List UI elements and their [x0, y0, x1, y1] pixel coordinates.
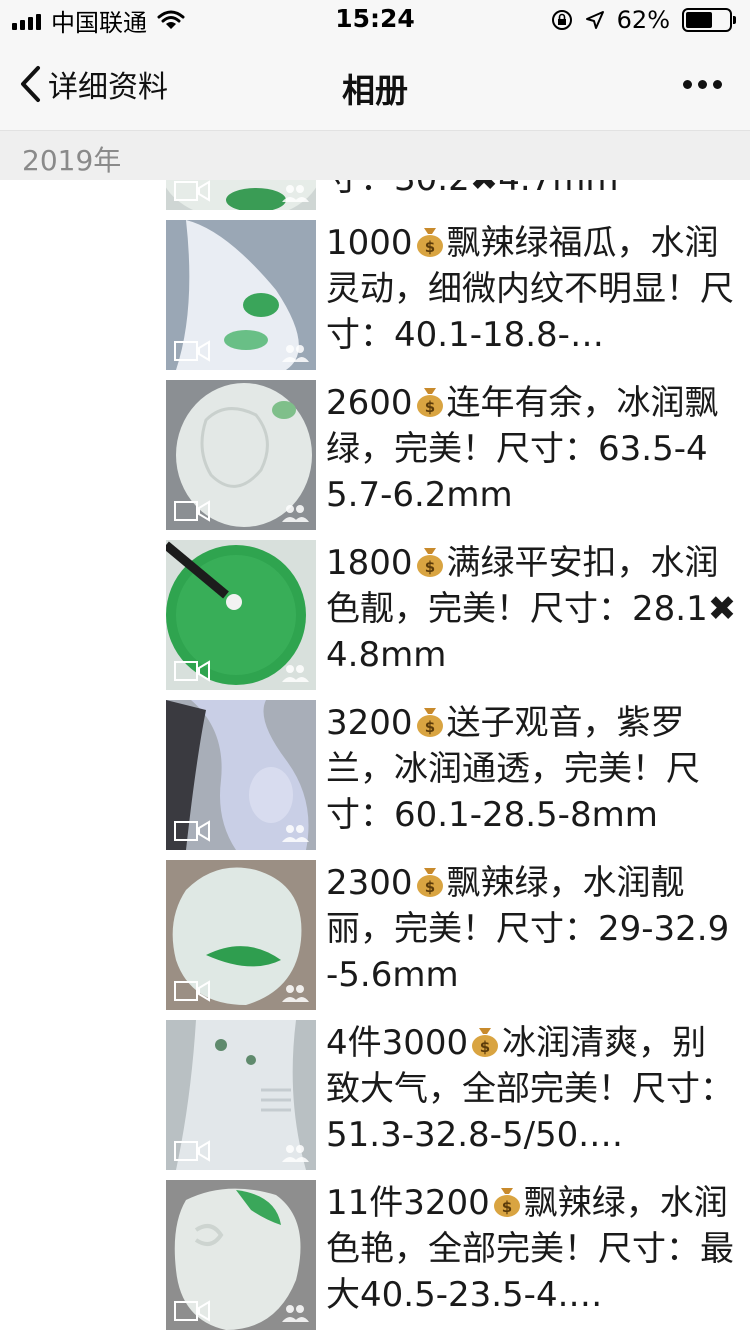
multi-item-icon: [282, 825, 309, 842]
album-list[interactable]: 寸：30.2✖4.7mm 1000$飘辣绿福瓜，水润灵动，细微内纹不明显！尺寸：…: [0, 180, 750, 1334]
money-bag-icon: $: [493, 1188, 520, 1217]
money-bag-icon: $: [472, 1028, 499, 1057]
album-post[interactable]: 1800 $ 满绿平安扣，水润色靓，完美！尺寸：28.1✖4.8mm: [166, 540, 750, 690]
video-icon: [174, 500, 210, 522]
post-caption: 3200 $ 送子观音，紫罗兰，冰润通透，完美！尺寸：60.1-28.5-8mm: [326, 700, 740, 850]
more-icon[interactable]: [676, 64, 728, 104]
post-thumbnail[interactable]: [166, 180, 316, 210]
battery-percent: 62%: [616, 6, 670, 34]
svg-text:$: $: [424, 718, 434, 736]
post-thumbnail[interactable]: [166, 1020, 316, 1170]
album-post[interactable]: 寸：30.2✖4.7mm: [166, 180, 750, 210]
post-thumbnail[interactable]: [166, 540, 316, 690]
back-label: 详细资料: [48, 70, 168, 105]
multi-item-icon: [282, 505, 309, 522]
post-thumbnail[interactable]: [166, 1180, 316, 1330]
multi-item-icon: [282, 1145, 309, 1162]
post-caption: 1000 $ 飘辣绿福瓜，水润灵动，细微内纹不明显！尺寸：40.1-18.8-…: [326, 220, 740, 370]
post-thumbnail[interactable]: [166, 380, 316, 530]
post-caption: 11件3200 $ 飘辣绿，水润色艳，全部完美！尺寸：最大40.5-23.5-4.…: [326, 1180, 740, 1330]
price: 2600: [326, 383, 413, 423]
price: 3200: [326, 703, 413, 743]
multi-item-icon: [282, 185, 309, 202]
location-arrow-icon: [585, 11, 604, 29]
video-icon: [174, 180, 210, 202]
video-icon: [174, 980, 210, 1002]
money-bag-icon: $: [416, 228, 443, 257]
post-thumbnail[interactable]: [166, 860, 316, 1010]
video-icon: [174, 1140, 210, 1162]
album-post[interactable]: 3200 $ 送子观音，紫罗兰，冰润通透，完美！尺寸：60.1-28.5-8mm: [166, 700, 750, 850]
post-caption: 4件3000 $ 冰润清爽，别致大气，全部完美！尺寸：51.3-32.8-5/50.…: [326, 1020, 740, 1170]
multi-item-icon: [282, 1305, 309, 1322]
battery-icon: [682, 8, 736, 32]
post-thumbnail[interactable]: [166, 220, 316, 370]
multi-item-icon: [282, 985, 309, 1002]
album-post[interactable]: 11件3200 $ 飘辣绿，水润色艳，全部完美！尺寸：最大40.5-23.5-4.…: [166, 1180, 750, 1330]
money-bag-icon: $: [416, 868, 443, 897]
svg-text:$: $: [424, 878, 434, 896]
price: 1800: [326, 543, 413, 583]
post-caption: 1800 $ 满绿平安扣，水润色靓，完美！尺寸：28.1✖4.8mm: [326, 540, 740, 690]
price: 2300: [326, 863, 413, 903]
svg-text:$: $: [424, 398, 434, 416]
year-label: 2019年: [22, 144, 122, 177]
svg-text:$: $: [502, 1198, 512, 1216]
post-thumbnail[interactable]: [166, 700, 316, 850]
album-post[interactable]: 1000 $ 飘辣绿福瓜，水润灵动，细微内纹不明显！尺寸：40.1-18.8-…: [166, 220, 750, 370]
svg-text:$: $: [424, 558, 434, 576]
chevron-left-icon: [21, 66, 40, 102]
multi-item-icon: [282, 665, 309, 682]
nav-bar: 详细资料 相册: [0, 40, 750, 130]
post-caption: 寸：30.2✖4.7mm: [326, 180, 740, 210]
video-icon: [174, 340, 210, 362]
price: 1000: [326, 223, 413, 263]
video-icon: [174, 660, 210, 682]
post-caption: 2600 $ 连年有余，冰润飘绿，完美！尺寸：63.5-45.7-6.2mm: [326, 380, 740, 530]
price: 11件3200: [326, 1183, 490, 1223]
year-header: 2019年: [0, 130, 750, 180]
multi-item-icon: [282, 345, 309, 362]
video-icon: [174, 1300, 210, 1322]
money-bag-icon: $: [416, 388, 443, 417]
svg-text:$: $: [480, 1038, 490, 1056]
price: 4件3000: [326, 1023, 469, 1063]
album-post[interactable]: 4件3000 $ 冰润清爽，别致大气，全部完美！尺寸：51.3-32.8-5/50.…: [166, 1020, 750, 1170]
post-caption: 2300 $ 飘辣绿，水润靓丽，完美！尺寸：29-32.9-5.6mm: [326, 860, 740, 1010]
album-post[interactable]: 2600 $ 连年有余，冰润飘绿，完美！尺寸：63.5-45.7-6.2mm: [166, 380, 750, 530]
money-bag-icon: $: [416, 548, 443, 577]
svg-text:$: $: [424, 238, 434, 256]
video-icon: [174, 820, 210, 842]
caption-text: 寸：30.2✖4.7mm: [326, 180, 619, 199]
status-bar: 中国联通 15:24 62%: [0, 0, 750, 40]
orientation-lock-icon: [551, 10, 572, 30]
back-button[interactable]: 详细资料: [18, 62, 168, 106]
money-bag-icon: $: [416, 708, 443, 737]
album-post[interactable]: 2300 $ 飘辣绿，水润靓丽，完美！尺寸：29-32.9-5.6mm: [166, 860, 750, 1010]
